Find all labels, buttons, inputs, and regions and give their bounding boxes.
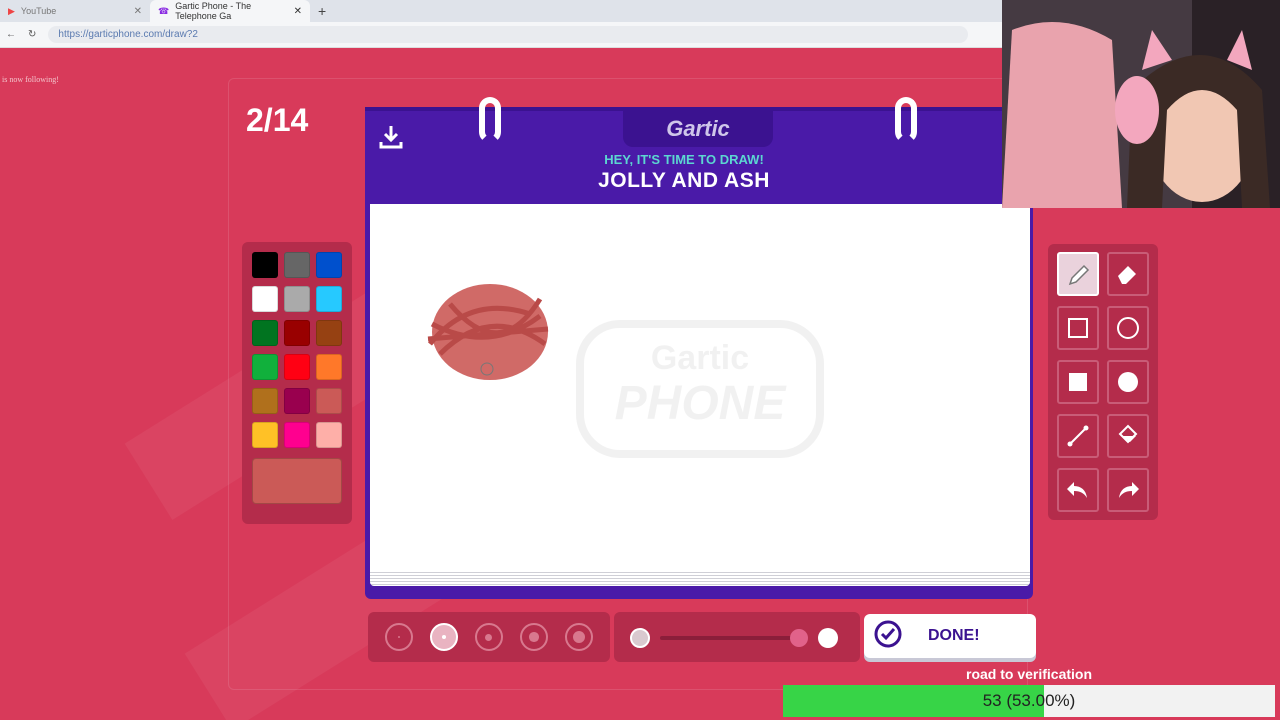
notebook-header: Gartic HEY, IT'S TIME TO DRAW! JOLLY AND…	[365, 97, 1003, 199]
tab-gartic[interactable]: ☎ Gartic Phone - The Telephone Ga ✕	[150, 0, 310, 22]
swatch-grid	[252, 252, 342, 448]
watermark-top: Gartic	[651, 339, 749, 377]
brush-dot-icon	[397, 636, 400, 638]
download-icon[interactable]	[377, 123, 405, 151]
color-swatch[interactable]	[316, 286, 342, 312]
color-swatch[interactable]	[316, 388, 342, 414]
brush-size-button[interactable]	[429, 623, 458, 651]
tab-youtube[interactable]: ▶ YouTube ✕	[0, 0, 150, 22]
tool-rectangle-fill-button[interactable]	[1057, 360, 1099, 404]
tool-circle-outline-button[interactable]	[1107, 306, 1149, 350]
tab-label: YouTube	[20, 6, 57, 16]
brush-size-button[interactable]	[384, 623, 413, 651]
goal-progress-text: 53 (53.00%)	[982, 691, 1076, 710]
brush-size-panel	[368, 612, 610, 662]
color-swatch[interactable]	[316, 354, 342, 380]
tool-undo-button[interactable]	[1057, 468, 1099, 512]
rectangle-outline-icon	[1068, 318, 1088, 338]
bucket-icon	[1118, 424, 1138, 444]
gartic-favicon-icon: ☎	[158, 5, 170, 16]
current-color-preview	[252, 458, 342, 504]
tab-label: Gartic Phone - The Telephone Ga	[175, 1, 252, 21]
youtube-icon: ▶	[8, 5, 15, 16]
follow-alert: is now following!	[2, 75, 59, 84]
tool-pencil-button[interactable]	[1057, 252, 1099, 296]
address-bar-row: ← ↻ https://garticphone.com/draw?2	[0, 22, 1002, 48]
notebook-ring-icon	[895, 97, 917, 143]
color-swatch[interactable]	[252, 252, 278, 278]
color-swatch[interactable]	[284, 354, 310, 380]
tool-circle-fill-button[interactable]	[1107, 360, 1149, 404]
opacity-min-icon	[630, 628, 650, 648]
rectangle-fill-icon	[1069, 373, 1087, 391]
line-icon	[1067, 425, 1089, 447]
close-tab-icon[interactable]: ✕	[134, 6, 142, 17]
url-field[interactable]: https://garticphone.com/draw?2	[48, 26, 969, 43]
color-swatch[interactable]	[316, 320, 342, 346]
circle-outline-icon	[1117, 317, 1139, 339]
notebook-ring-icon	[479, 97, 501, 143]
done-button[interactable]: DONE!	[864, 614, 1036, 658]
opacity-max-icon	[818, 628, 838, 648]
tool-bucket-button[interactable]	[1107, 414, 1149, 458]
tool-panel	[1048, 244, 1158, 520]
color-swatch[interactable]	[284, 320, 310, 346]
done-label: DONE!	[928, 627, 980, 644]
checkmark-icon	[874, 620, 902, 653]
follow-text: is now following!	[2, 75, 59, 84]
drawing-canvas[interactable]: Gartic PHONE	[370, 204, 1030, 570]
brush-dot-icon	[485, 633, 493, 641]
canvas-drawing: Gartic PHONE	[427, 284, 824, 458]
webcam-feed-image	[1002, 0, 1280, 208]
tool-redo-button[interactable]	[1107, 468, 1149, 512]
reload-icon[interactable]: ↻	[28, 29, 36, 40]
notebook-pages	[370, 570, 1030, 586]
color-swatch[interactable]	[252, 388, 278, 414]
opacity-slider[interactable]	[614, 612, 860, 662]
color-swatch[interactable]	[252, 286, 278, 312]
color-swatch[interactable]	[252, 422, 278, 448]
round-counter: 2/14	[246, 102, 309, 138]
prompt-label: HEY, IT'S TIME TO DRAW!	[604, 152, 764, 167]
eraser-icon	[1118, 266, 1136, 284]
gartic-logo: Gartic	[623, 111, 773, 147]
opacity-handle	[790, 629, 808, 647]
goal-progress-bar: 53 (53.00%)	[783, 685, 1275, 717]
opacity-panel	[614, 612, 860, 662]
undo-icon	[1067, 482, 1087, 498]
pencil-icon	[1068, 264, 1090, 286]
webcam-overlay	[1002, 0, 1280, 208]
browser-tab-bar: ▶ YouTube ✕ ☎ Gartic Phone - The Telepho…	[0, 0, 1002, 22]
brush-dot-icon	[529, 632, 539, 642]
color-swatch[interactable]	[284, 252, 310, 278]
watermark-logo: Gartic PHONE	[576, 320, 824, 458]
color-swatch[interactable]	[316, 252, 342, 278]
color-swatch[interactable]	[284, 422, 310, 448]
back-icon[interactable]: ←	[6, 29, 16, 40]
redo-icon	[1119, 482, 1139, 498]
brush-dot-icon	[441, 634, 447, 640]
color-swatch[interactable]	[284, 286, 310, 312]
circle-fill-icon	[1118, 372, 1138, 392]
color-swatch[interactable]	[252, 354, 278, 380]
red-scribble-blob	[427, 284, 549, 380]
color-swatch[interactable]	[316, 422, 342, 448]
new-tab-button[interactable]: +	[318, 3, 326, 19]
tool-line-button[interactable]	[1057, 414, 1099, 458]
brush-size-button[interactable]	[474, 623, 503, 651]
brush-dot-icon	[573, 631, 586, 643]
prompt-text: JOLLY AND ASH	[598, 169, 770, 192]
brush-size-button[interactable]	[565, 623, 594, 651]
brush-size-button[interactable]	[520, 623, 549, 651]
color-swatch[interactable]	[252, 320, 278, 346]
goal-title: road to verification	[966, 666, 1093, 682]
color-palette	[242, 242, 352, 524]
tool-rectangle-outline-button[interactable]	[1057, 306, 1099, 350]
close-tab-icon[interactable]: ✕	[294, 6, 302, 17]
tool-eraser-button[interactable]	[1107, 252, 1149, 296]
color-swatch[interactable]	[284, 388, 310, 414]
watermark-bottom: PHONE	[615, 377, 788, 430]
